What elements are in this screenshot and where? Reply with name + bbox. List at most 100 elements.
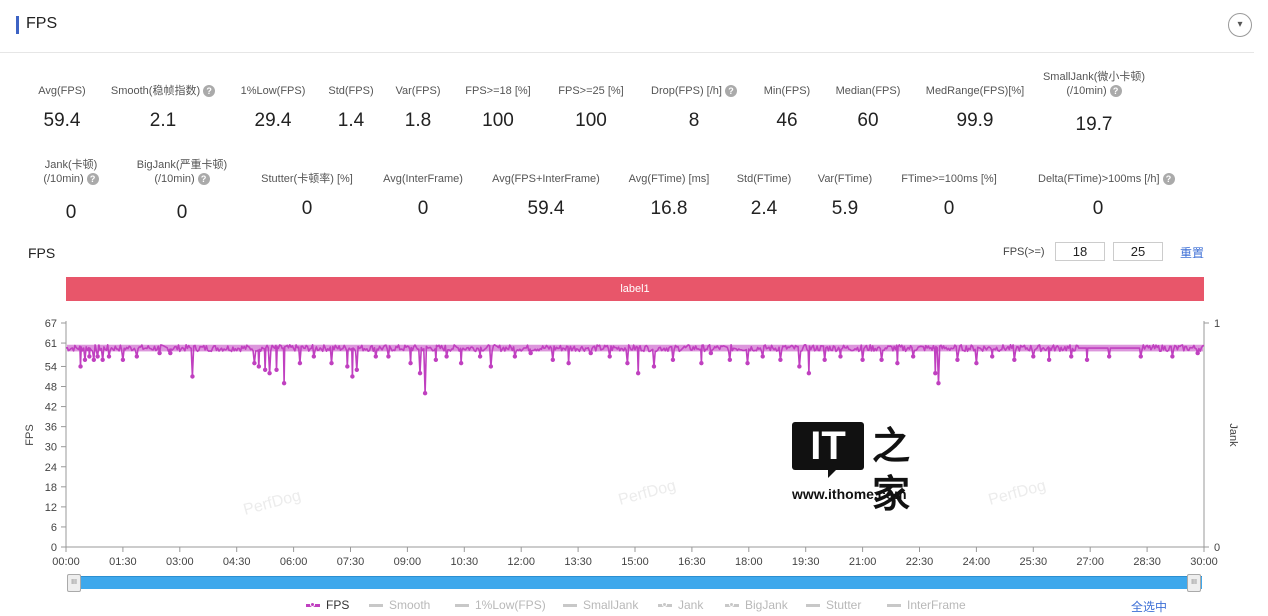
fps-data-point	[1012, 357, 1017, 362]
stat-value: 0	[1092, 198, 1104, 219]
x-tick-label: 27:00	[1076, 556, 1104, 568]
fps-data-point	[190, 374, 195, 379]
fps-data-point	[651, 364, 657, 369]
x-tick-label: 03:00	[166, 556, 194, 568]
fps-series-line	[65, 344, 1205, 394]
y-tick-label: 54	[45, 361, 57, 373]
y-axis-title: FPS	[24, 424, 36, 445]
fps-data-point	[168, 350, 173, 356]
stat-item: FPS>=25 [%] 100	[531, 84, 651, 131]
legend-swatch-icon	[725, 602, 739, 608]
perfdog-watermark: PerfDog	[987, 477, 1048, 509]
x-tick-label: 30:00	[1190, 556, 1218, 568]
legend-item[interactable]: Jank	[658, 598, 703, 612]
fps-threshold-input-1[interactable]	[1055, 242, 1105, 261]
x-tick-label: 01:30	[109, 556, 137, 568]
legend-label: FPS	[326, 598, 350, 612]
fps-line-chart[interactable]: PerfDogPerfDogPerfDogPerfDogPerfDogPerfD…	[0, 305, 1268, 573]
stat-label: SmallJank(微小卡顿) (/10min)?	[1042, 71, 1146, 98]
select-all-button[interactable]: 全选中	[1131, 598, 1167, 615]
fps-data-point	[422, 391, 428, 396]
collapse-toggle-icon[interactable]: ▾	[1228, 13, 1252, 37]
fps-data-point	[274, 367, 279, 373]
fps-data-point	[354, 367, 360, 373]
stat-item: Jank(卡顿) (/10min)? 0	[11, 158, 131, 223]
help-icon[interactable]: ?	[1109, 85, 1122, 98]
help-icon[interactable]: ?	[197, 173, 210, 186]
reset-button[interactable]: 重置	[1180, 244, 1204, 261]
legend-swatch-icon	[563, 604, 577, 608]
fps-data-point	[433, 357, 439, 362]
fps-data-point	[528, 350, 533, 356]
stat-item: Delta(FTime)>100ms [/h]? 0	[1038, 172, 1175, 219]
fps-threshold-input-2[interactable]	[1113, 242, 1163, 261]
fps-data-point	[262, 367, 268, 373]
x-tick-label: 21:00	[849, 556, 877, 568]
x-tick-label: 16:30	[678, 556, 706, 568]
fps-series-band	[67, 344, 1203, 352]
stat-value: 19.7	[1075, 114, 1113, 135]
fps-data-point	[350, 374, 355, 379]
stat-item: Var(FTime) 5.9	[785, 172, 905, 219]
fps-data-point	[267, 370, 272, 376]
legend-item[interactable]: 1%Low(FPS)	[455, 598, 546, 612]
fps-data-point	[910, 354, 916, 359]
stat-item: Median(FPS) 60	[808, 84, 928, 131]
fps-data-point	[106, 354, 112, 359]
x-tick-label: 22:30	[906, 556, 934, 568]
legend-item[interactable]: FPS	[306, 598, 349, 612]
fps-data-point	[699, 360, 704, 366]
stat-label: MedRange(FPS)[%]	[925, 85, 1025, 97]
legend-item[interactable]: Smooth	[369, 598, 430, 612]
legend-item[interactable]: InterFrame	[887, 598, 966, 612]
help-icon[interactable]: ?	[86, 173, 99, 186]
x-tick-label: 00:00	[52, 556, 80, 568]
fps-data-point	[87, 354, 92, 359]
slider-handle-start[interactable]: III	[67, 574, 81, 592]
legend-item[interactable]: SmallJank	[563, 598, 638, 612]
fps-data-point	[1031, 354, 1036, 359]
slider-handle-end[interactable]: III	[1187, 574, 1201, 592]
fps-data-point	[860, 357, 865, 362]
help-icon[interactable]: ?	[1162, 173, 1175, 186]
stat-label: Median(FPS)	[835, 85, 901, 97]
stat-item: Avg(FPS+InterFrame) 59.4	[486, 172, 606, 219]
legend-swatch-icon	[887, 604, 901, 608]
stat-value: 2.1	[149, 110, 177, 131]
fps-data-point	[838, 354, 843, 359]
fps-data-point	[566, 360, 571, 366]
time-range-slider[interactable]	[68, 576, 1202, 589]
fps-data-point	[822, 357, 827, 362]
legend-label: Smooth	[389, 598, 431, 612]
legend-item[interactable]: Stutter	[806, 598, 861, 612]
x-tick-label: 06:00	[280, 556, 308, 568]
stat-value: 0	[417, 198, 429, 219]
fps-data-point	[78, 364, 83, 369]
stat-value: 5.9	[831, 198, 859, 219]
fps-data-point	[797, 364, 802, 369]
legend-item[interactable]: BigJank	[725, 598, 788, 612]
stat-item: MedRange(FPS)[%] 99.9	[915, 84, 1035, 131]
x-tick-label: 12:00	[507, 556, 535, 568]
fps-data-point	[252, 360, 257, 366]
x-tick-label: 24:00	[963, 556, 991, 568]
legend-label: InterFrame	[907, 598, 966, 612]
chart-title: FPS	[28, 245, 56, 261]
fps-data-point	[458, 360, 464, 366]
ithome-logo-box: IT	[792, 422, 864, 470]
section-header: FPS ▾	[0, 0, 1254, 53]
stat-value: 0	[176, 202, 188, 223]
fps-data-point	[134, 354, 140, 359]
stat-label: FTime>=100ms [%]	[901, 173, 997, 185]
fps-data-point	[1069, 354, 1074, 359]
fps-data-point	[974, 360, 979, 366]
ithome-url: www.ithome.com	[792, 486, 907, 502]
y-tick-label: 48	[45, 382, 57, 394]
fps-data-point	[933, 370, 938, 376]
fps-data-point	[670, 357, 676, 362]
label-band[interactable]: label1	[66, 277, 1204, 301]
fps-threshold-label: FPS(>=)	[1003, 246, 1045, 258]
legend-label: BigJank	[745, 598, 788, 612]
stat-item: FTime>=100ms [%] 0	[889, 172, 1009, 219]
fps-data-point	[417, 370, 423, 376]
